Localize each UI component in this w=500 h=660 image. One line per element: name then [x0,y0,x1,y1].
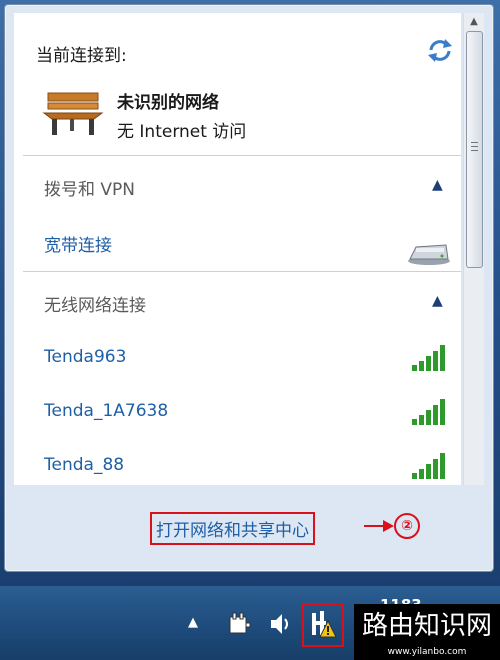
volume-icon[interactable] [268,611,294,637]
power-icon[interactable] [226,611,252,637]
broadband-connection[interactable]: 宽带连接 [44,231,112,256]
wifi-network-tenda963[interactable]: Tenda963 [44,347,126,367]
bench-icon [42,92,104,135]
flyout-content: 当前连接到: 未识别的网络 无 Internet 访问 拨号和 VPN ▲ 宽带… [14,13,461,485]
modem-icon [408,244,450,265]
signal-bars-icon [412,345,445,371]
scroll-up-icon[interactable]: ▲ [464,13,484,31]
section-divider [23,155,461,156]
network-warning-icon[interactable] [309,609,337,639]
wifi-network-tenda-88[interactable]: Tenda_88 [44,455,124,475]
section-divider [23,271,461,272]
watermark: 路由知识网 www.yilanbo.com [354,604,500,660]
collapse-wireless-icon[interactable]: ▲ [432,293,443,309]
wifi-network-tenda-1a7638[interactable]: Tenda_1A7638 [44,401,168,421]
show-hidden-icons-icon[interactable]: ▲ [188,615,198,630]
current-network-name: 未识别的网络 [117,93,219,113]
scroll-thumb[interactable] [466,31,483,268]
signal-bars-icon [412,453,445,479]
scrollbar[interactable]: ▲ [463,13,484,485]
signal-bars-icon [412,399,445,425]
grip-line [471,146,478,147]
annotation-arrow-icon [364,520,394,532]
collapse-dialup-icon[interactable]: ▲ [432,177,443,193]
section-title-wireless: 无线网络连接 [44,296,146,316]
current-network-status: 无 Internet 访问 [117,122,247,142]
open-network-center-link[interactable]: 打开网络和共享中心 [150,512,315,545]
grip-line [471,150,478,151]
grip-line [471,142,478,143]
annotation-step-badge: ② [394,513,420,539]
section-title-dialup: 拨号和 VPN [44,180,136,200]
watermark-title: 路由知识网 [361,611,492,641]
refresh-icon[interactable] [425,37,455,63]
header-title: 当前连接到: [36,46,127,66]
network-flyout: 当前连接到: 未识别的网络 无 Internet 访问 拨号和 VPN ▲ 宽带… [4,4,494,572]
watermark-url: www.yilanbo.com [387,647,467,657]
